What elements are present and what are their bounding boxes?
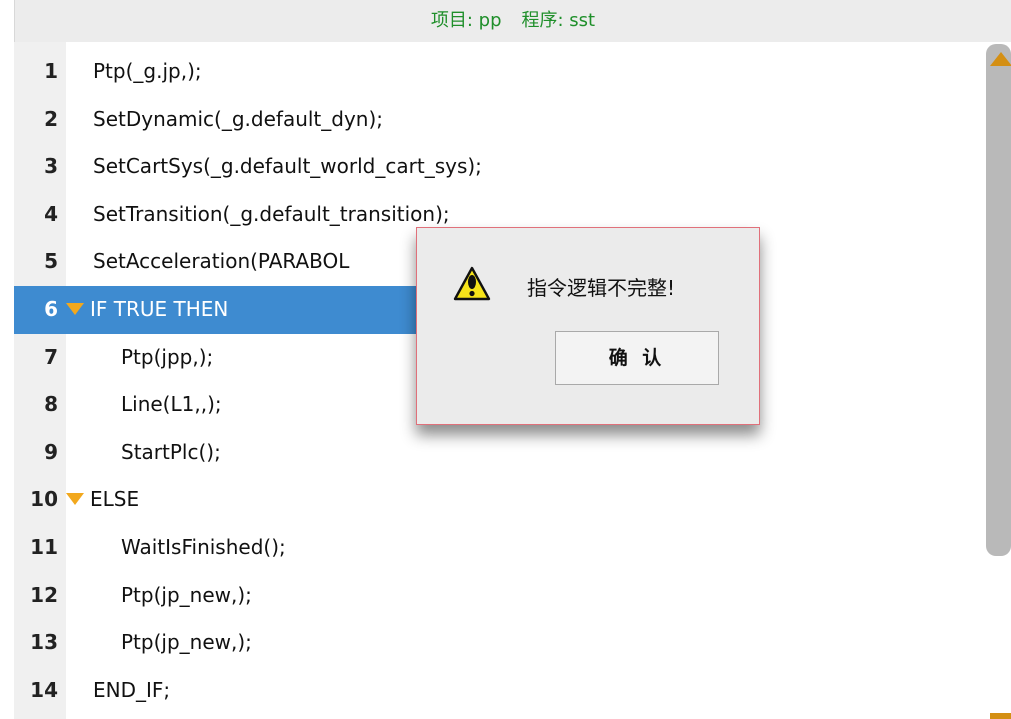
program-header: 项目: pp 程序: sst <box>14 0 1011 42</box>
code-line-11[interactable]: 11 WaitIsFinished(); <box>14 524 986 572</box>
scrollbar-thumb[interactable] <box>986 44 1011 556</box>
line-number: 8 <box>44 392 58 417</box>
code-line-14[interactable]: 14 END_IF; <box>14 667 986 715</box>
line-number: 11 <box>30 534 58 559</box>
code-line-3[interactable]: 3 SetCartSys(_g.default_world_cart_sys); <box>14 143 986 191</box>
line-number: 1 <box>44 59 58 83</box>
program-editor-screen: 项目: pp 程序: sst 1 Ptp(_g.jp,); 2 SetDynami… <box>0 0 1011 719</box>
line-number: 12 <box>30 582 58 607</box>
code-line-12[interactable]: 12 Ptp(jp_new,); <box>14 572 986 620</box>
code-line-9[interactable]: 9 StartPlc(); <box>14 429 986 477</box>
vertical-scrollbar[interactable] <box>986 44 1011 719</box>
scroll-down-arrow-icon[interactable] <box>990 713 1011 719</box>
dialog-message: 指令逻辑不完整! <box>527 276 676 300</box>
line-number: 7 <box>44 344 58 369</box>
line-number: 13 <box>30 630 58 655</box>
warning-dialog: 指令逻辑不完整! 确 认 <box>416 227 760 425</box>
fold-collapse-icon[interactable] <box>66 302 84 315</box>
line-number: 9 <box>44 439 58 464</box>
code-text: ELSE <box>90 487 140 512</box>
project-label: 项目: pp <box>430 10 502 31</box>
fold-collapse-icon[interactable] <box>66 493 84 506</box>
line-number: 3 <box>44 154 58 179</box>
code-line-1[interactable]: 1 Ptp(_g.jp,); <box>14 48 986 96</box>
line-number: 14 <box>30 677 58 702</box>
code-line-6-selected[interactable]: 6 IF TRUE THEN <box>14 285 446 334</box>
line-number: 6 <box>44 296 58 321</box>
code-text: SetCartSys(_g.default_world_cart_sys); <box>93 154 482 179</box>
code-line-2[interactable]: 2 SetDynamic(_g.default_dyn); <box>14 96 986 144</box>
warning-icon <box>453 266 491 301</box>
code-line-13[interactable]: 13 Ptp(jp_new,); <box>14 619 986 667</box>
line-number: 4 <box>44 201 58 226</box>
code-text: StartPlc(); <box>121 439 221 464</box>
code-text: Line(L1,,); <box>121 392 222 417</box>
code-line-10[interactable]: 10 ELSE <box>14 476 986 524</box>
program-label: 程序: sst <box>521 10 596 31</box>
code-text: WaitIsFinished(); <box>121 534 286 559</box>
code-text: SetTransition(_g.default_transition); <box>93 201 450 226</box>
confirm-button[interactable]: 确 认 <box>555 331 719 385</box>
line-number: 2 <box>44 106 58 131</box>
code-text: IF TRUE THEN <box>90 296 229 321</box>
code-text: Ptp(jpp,); <box>121 344 214 369</box>
code-text: Ptp(_g.jp,); <box>93 59 202 83</box>
scroll-up-arrow-icon[interactable] <box>990 52 1011 66</box>
line-number: 10 <box>30 487 58 512</box>
code-text: Ptp(jp_new,); <box>121 630 252 655</box>
line-number: 5 <box>44 249 58 274</box>
code-text: SetAcceleration(PARABOL <box>93 249 350 274</box>
code-text: END_IF; <box>93 677 171 702</box>
code-text: Ptp(jp_new,); <box>121 582 252 607</box>
code-text: SetDynamic(_g.default_dyn); <box>93 106 384 131</box>
